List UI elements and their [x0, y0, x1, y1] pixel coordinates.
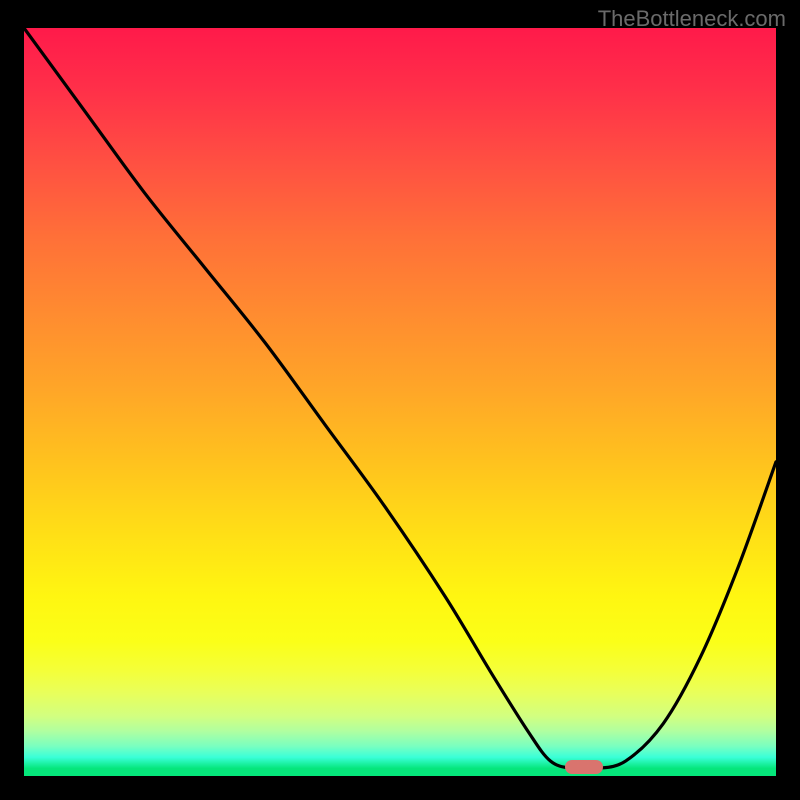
bottleneck-curve [24, 28, 776, 769]
curve-svg [24, 28, 776, 776]
optimal-marker [565, 760, 603, 774]
watermark-text: TheBottleneck.com [598, 6, 786, 32]
plot-area [24, 28, 776, 776]
